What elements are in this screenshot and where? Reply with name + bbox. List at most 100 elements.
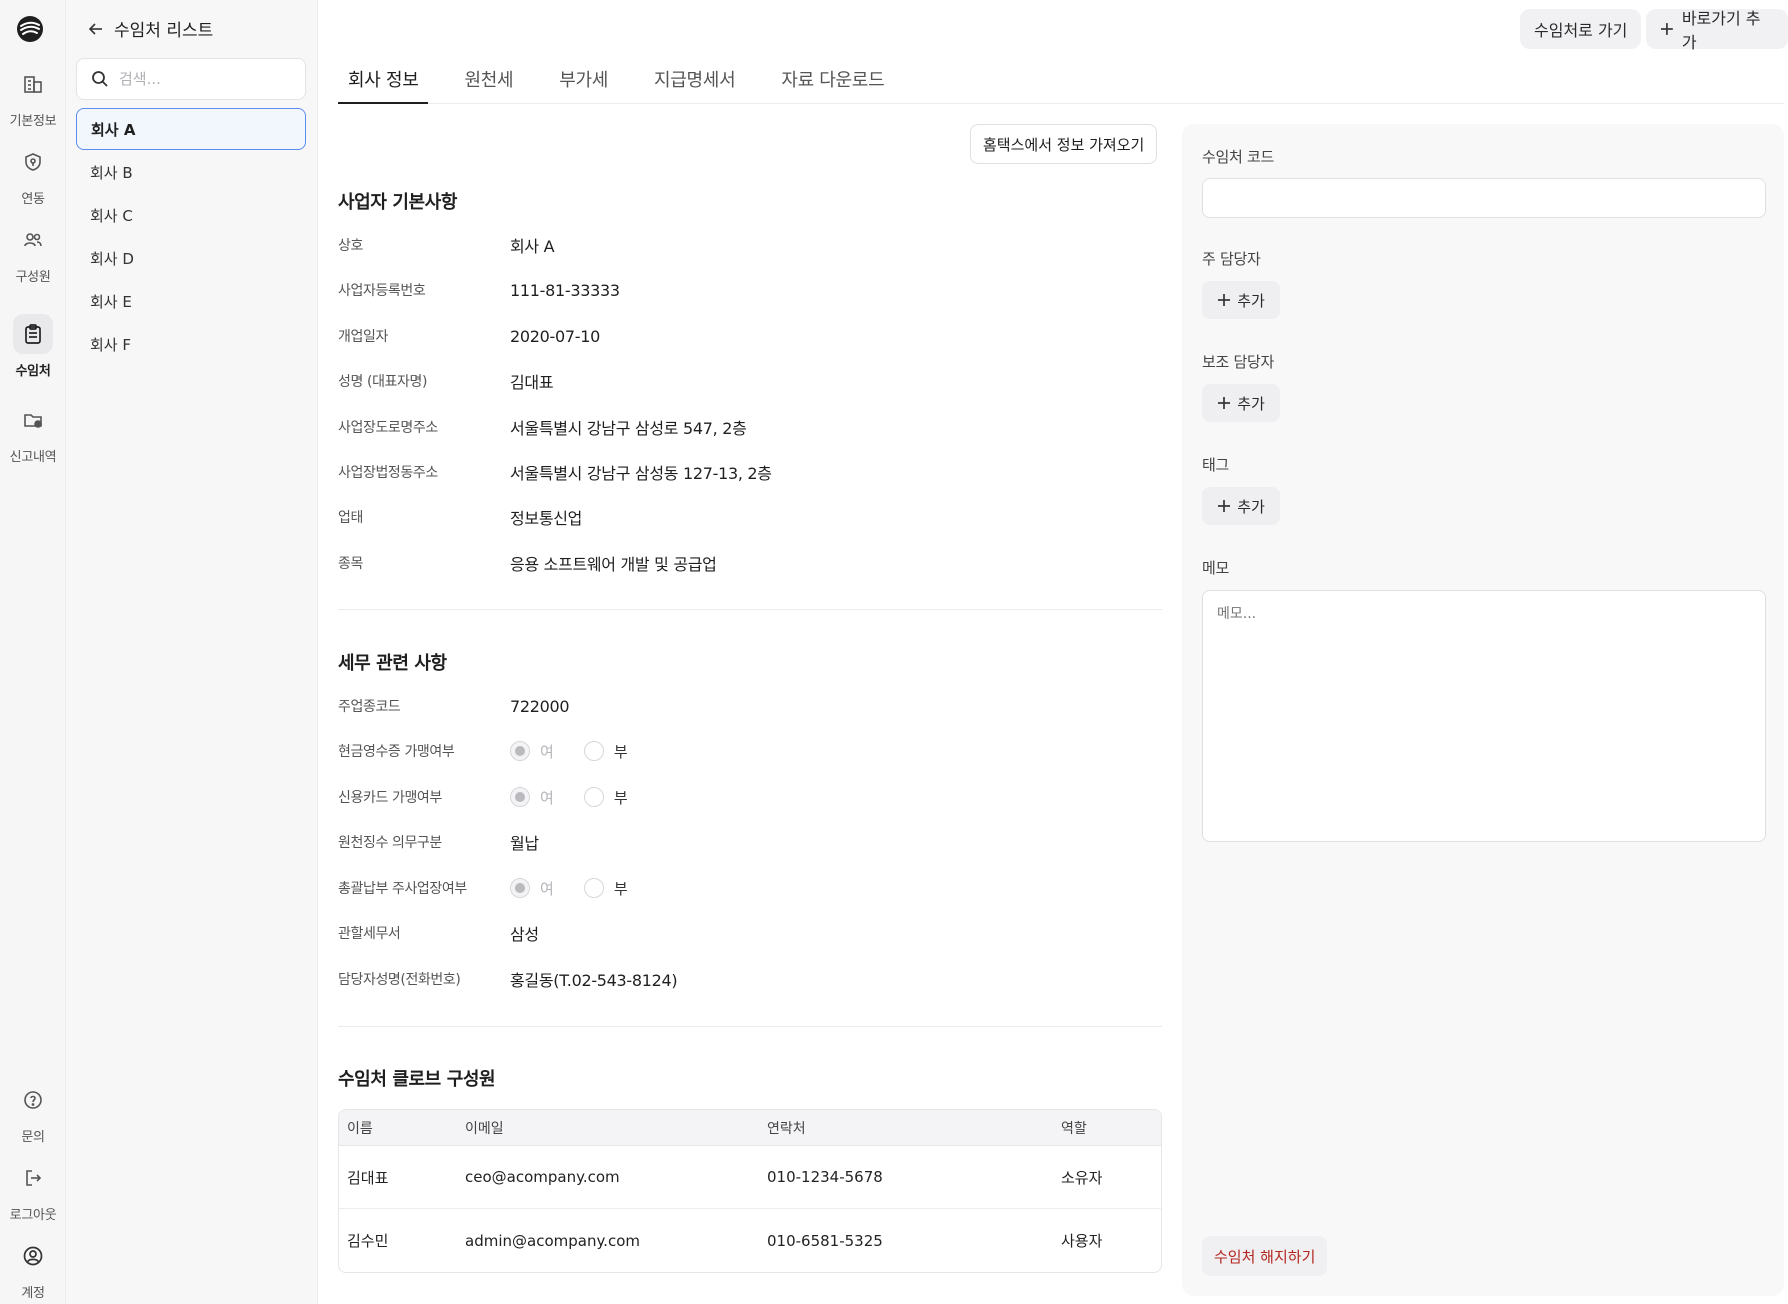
rail-item-members[interactable]: 구성원 bbox=[0, 220, 66, 285]
table-row[interactable]: 김대표 ceo@acompany.com 010-1234-5678 소유자 bbox=[339, 1146, 1161, 1209]
field-label: 개업일자 bbox=[338, 329, 388, 345]
client-item-d[interactable]: 회사 D bbox=[76, 237, 306, 279]
radio-no-label: 부 bbox=[613, 742, 628, 761]
radio-yes[interactable] bbox=[510, 741, 530, 761]
field-value: 홍길동(T.02-543-8124) bbox=[510, 971, 678, 990]
client-search-input[interactable] bbox=[119, 70, 289, 88]
info-row: 사업장도로명주소 서울특별시 강남구 삼성로 547, 2층 bbox=[338, 412, 1162, 442]
field-value: 응용 소프트웨어 개발 및 공급업 bbox=[510, 555, 717, 574]
logout-icon bbox=[26, 1170, 42, 1186]
info-row: 담당자성명(전화번호) 홍길동(T.02-543-8124) bbox=[338, 964, 1162, 994]
field-label: 주업종코드 bbox=[338, 699, 401, 715]
column-header: 연락처 bbox=[767, 1120, 806, 1137]
radio-yes[interactable] bbox=[510, 878, 530, 898]
radio-no-label: 부 bbox=[613, 788, 628, 807]
field-label: 업태 bbox=[338, 510, 363, 526]
rail-label: 계정 bbox=[21, 1286, 45, 1301]
info-row: 개업일자 2020-07-10 bbox=[338, 321, 1162, 351]
info-row: 현금영수증 가맹여부 여 부 bbox=[338, 736, 1162, 766]
cash-receipt-radio-group: 여 부 bbox=[510, 741, 648, 762]
building-icon bbox=[24, 76, 42, 93]
tab-payment-statement[interactable]: 지급명세서 bbox=[644, 58, 745, 104]
arrow-left-icon bbox=[88, 22, 102, 35]
field-label: 사업장도로명주소 bbox=[338, 420, 438, 436]
rail-item-clients[interactable]: 수임처 bbox=[0, 314, 66, 379]
add-label: 추가 bbox=[1237, 394, 1265, 413]
radio-no[interactable] bbox=[583, 741, 604, 761]
info-row: 사업장법정동주소 서울특별시 강남구 삼성동 127-13, 2층 bbox=[338, 457, 1162, 487]
terminate-client-button[interactable]: 수임처 해지하기 bbox=[1202, 1236, 1328, 1276]
app-logo-icon[interactable] bbox=[15, 14, 45, 44]
client-item-a[interactable]: 회사 A bbox=[76, 108, 306, 150]
tab-vat[interactable]: 부가세 bbox=[549, 58, 618, 104]
client-code-input[interactable] bbox=[1202, 178, 1766, 218]
tab-data-download[interactable]: 자료 다운로드 bbox=[771, 58, 894, 104]
info-row: 주업종코드 722000 bbox=[338, 691, 1162, 721]
tab-withholding-tax[interactable]: 원천세 bbox=[454, 58, 523, 104]
add-sub-manager-button[interactable]: 추가 bbox=[1202, 384, 1280, 422]
rail-item-integration[interactable]: 연동 bbox=[0, 142, 66, 207]
rail-label: 연동 bbox=[21, 192, 45, 207]
client-item-e[interactable]: 회사 E bbox=[76, 280, 306, 322]
member-email: ceo@acompany.com bbox=[465, 1168, 620, 1186]
shield-link-icon bbox=[25, 153, 41, 171]
sub-manager-label: 보조 담당자 bbox=[1202, 353, 1274, 371]
rail-label: 문의 bbox=[21, 1130, 45, 1145]
field-value: 722000 bbox=[510, 696, 570, 716]
info-row: 사업자등록번호 111-81-33333 bbox=[338, 275, 1162, 305]
memo-label: 메모 bbox=[1202, 559, 1230, 577]
radio-no-label: 부 bbox=[613, 879, 628, 898]
field-value: 삼성 bbox=[510, 925, 539, 944]
help-icon bbox=[24, 1091, 42, 1109]
info-row: 성명 (대표자명) 김대표 bbox=[338, 366, 1162, 396]
field-value: 서울특별시 강남구 삼성동 127-13, 2층 bbox=[510, 464, 772, 483]
clipboard-icon bbox=[25, 324, 41, 344]
members-table: 이름 이메일 연락처 역할 김대표 ceo@acompany.com 010-1… bbox=[338, 1109, 1162, 1273]
members-title: 수임처 클로브 구성원 bbox=[338, 1069, 496, 1090]
client-item-c[interactable]: 회사 C bbox=[76, 194, 306, 236]
rail-item-account[interactable]: 계정 bbox=[0, 1236, 66, 1301]
client-item-b[interactable]: 회사 B bbox=[76, 151, 306, 193]
info-row: 종목 응용 소프트웨어 개발 및 공급업 bbox=[338, 548, 1162, 578]
column-header: 역할 bbox=[1061, 1120, 1087, 1137]
add-label: 추가 bbox=[1237, 291, 1265, 310]
radio-no[interactable] bbox=[583, 787, 604, 807]
field-label: 사업자등록번호 bbox=[338, 283, 426, 299]
field-value: 2020-07-10 bbox=[510, 326, 600, 346]
info-row: 관할세무서 삼성 bbox=[338, 918, 1162, 948]
radio-yes[interactable] bbox=[510, 787, 530, 807]
field-label: 종목 bbox=[338, 556, 363, 572]
client-code-label: 수임처 코드 bbox=[1202, 148, 1274, 166]
radio-no[interactable] bbox=[583, 878, 604, 898]
tag-label: 태그 bbox=[1202, 456, 1230, 474]
rail-item-basic-info[interactable]: 기본정보 bbox=[0, 64, 66, 129]
add-tag-button[interactable]: 추가 bbox=[1202, 487, 1280, 525]
column-header: 이메일 bbox=[465, 1120, 504, 1137]
client-search-box[interactable] bbox=[76, 58, 306, 100]
field-label: 원천징수 의무구분 bbox=[338, 835, 442, 851]
info-row: 원천징수 의무구분 월납 bbox=[338, 827, 1162, 857]
rail-label: 신고내역 bbox=[9, 450, 57, 465]
field-value: 정보통신업 bbox=[510, 509, 583, 528]
client-item-f[interactable]: 회사 F bbox=[76, 323, 306, 365]
goto-client-button[interactable]: 수임처로 가기 bbox=[1520, 9, 1642, 49]
back-to-list-link[interactable]: 수임처 리스트 bbox=[88, 16, 213, 41]
add-shortcut-button[interactable]: 바로가기 추가 bbox=[1646, 9, 1788, 52]
hometax-import-button[interactable]: 홈택스에서 정보 가져오기 bbox=[970, 124, 1158, 164]
field-label: 상호 bbox=[338, 238, 363, 254]
field-label: 신용카드 가맹여부 bbox=[338, 790, 442, 806]
folder-check-icon bbox=[24, 414, 42, 428]
info-row: 업태 정보통신업 bbox=[338, 502, 1162, 532]
rail-item-help[interactable]: 문의 bbox=[0, 1080, 66, 1145]
rail-item-logout[interactable]: 로그아웃 bbox=[0, 1158, 66, 1223]
add-main-manager-button[interactable]: 추가 bbox=[1202, 281, 1280, 319]
memo-textarea[interactable] bbox=[1202, 590, 1766, 842]
add-label: 추가 bbox=[1237, 497, 1265, 516]
plus-icon bbox=[1218, 397, 1231, 409]
member-phone: 010-1234-5678 bbox=[767, 1168, 883, 1186]
radio-yes-label: 여 bbox=[540, 879, 554, 898]
rail-item-reports[interactable]: 신고내역 bbox=[0, 400, 66, 465]
tab-company-info[interactable]: 회사 정보 bbox=[338, 58, 429, 104]
field-label: 성명 (대표자명) bbox=[338, 374, 428, 390]
table-row[interactable]: 김수민 admin@acompany.com 010-6581-5325 사용자 bbox=[339, 1209, 1161, 1272]
